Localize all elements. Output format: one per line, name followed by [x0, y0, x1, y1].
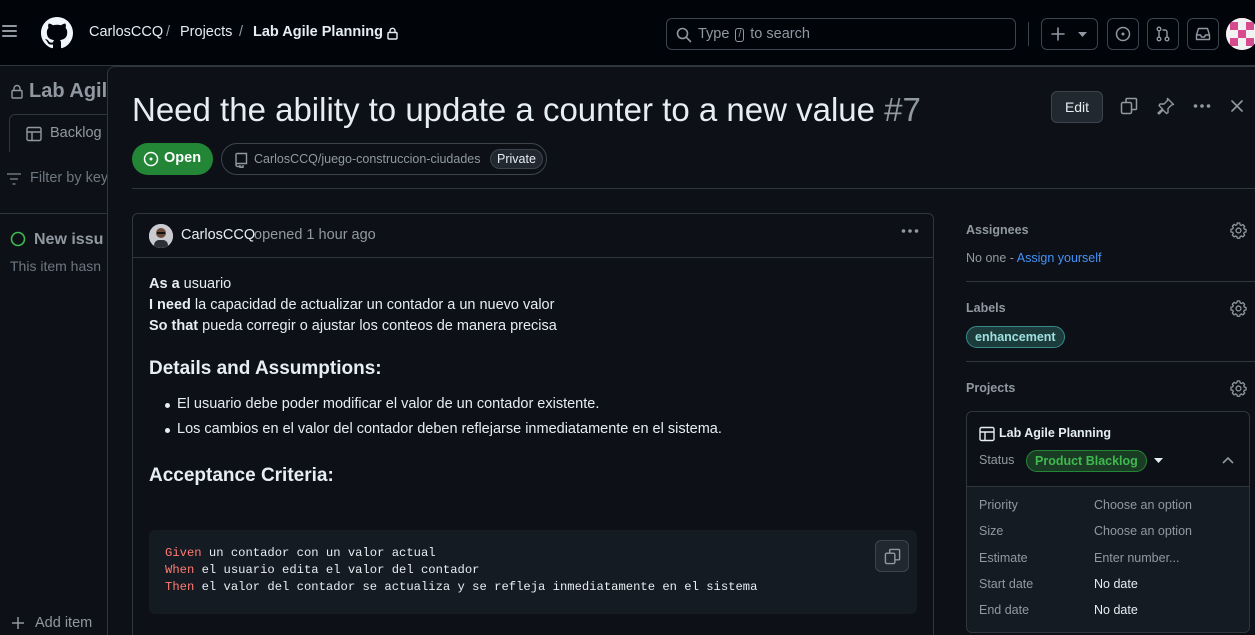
issues-button[interactable] [1107, 18, 1139, 50]
repository-name: CarlosCCQ/juego-construccion-ciudades [254, 152, 481, 166]
breadcrumb-projects[interactable]: Projects [180, 24, 232, 40]
divider [0, 213, 107, 214]
table-icon [26, 126, 42, 142]
header-divider [1028, 22, 1029, 46]
assignees-label: Assignees [966, 223, 1029, 237]
copy-code-button[interactable] [875, 540, 909, 572]
more-options-icon[interactable] [1193, 103, 1211, 109]
criteria-heading: Acceptance Criteria: [149, 465, 334, 486]
tab-backlog-label: Backlog [50, 125, 102, 141]
assign-yourself-link[interactable]: Assign yourself [1017, 251, 1102, 265]
pull-requests-button[interactable] [1147, 18, 1179, 50]
filter-input[interactable]: Filter by key [30, 170, 108, 186]
person-photo-icon [149, 224, 173, 248]
comment-header: CarlosCCQ opened 1 hour ago [133, 214, 933, 258]
identicon-icon [1226, 18, 1255, 50]
plus-icon [12, 617, 24, 629]
label-enhancement[interactable]: enhancement [966, 326, 1065, 348]
gear-icon[interactable] [1230, 380, 1247, 397]
gear-icon[interactable] [1230, 300, 1247, 317]
breadcrumb-owner[interactable]: CarlosCCQ [89, 24, 163, 40]
issue-state-badge: Open [132, 143, 213, 175]
user-avatar[interactable] [1226, 18, 1255, 50]
visibility-badge: Private [490, 149, 543, 169]
issue-side-panel: Need the ability to update a counter to … [107, 66, 1255, 635]
code-block: Given un contador con un valor actual Wh… [149, 530, 917, 614]
global-header: CarlosCCQ / Projects / Lab Agile Plannin… [0, 0, 1255, 66]
code-line: When el usuario edita el valor del conta… [165, 563, 480, 577]
edit-button[interactable]: Edit [1051, 91, 1103, 123]
board-item-title[interactable]: New issu [34, 231, 103, 249]
project-card: Lab Agile Planning Status Product Blackl… [966, 411, 1250, 633]
search-placeholder: Type / to search [698, 26, 810, 42]
plus-icon [1051, 27, 1065, 41]
status-label: Status [979, 453, 1015, 467]
filter-icon [7, 173, 21, 185]
list-item: El usuario debe poder modificar el valor… [149, 392, 919, 417]
issue-number: #7 [884, 91, 921, 128]
github-logo-icon[interactable] [41, 17, 73, 49]
divider [966, 361, 1255, 362]
code-line: Given un contador con un valor actual [165, 546, 436, 560]
details-list: El usuario debe poder modificar el valor… [149, 392, 919, 442]
project-title: Lab Agil [29, 80, 108, 102]
gear-icon[interactable] [1230, 222, 1247, 239]
code-line: Then el valor del contador se actualiza … [165, 580, 758, 594]
pull-request-icon [1156, 26, 1170, 42]
story-line: So that pueda corregir o ajustar los con… [149, 318, 557, 334]
search-shortcut-key: / [735, 28, 745, 42]
issue-opened-icon [1115, 26, 1131, 42]
copy-link-icon[interactable] [1120, 97, 1138, 115]
divider [132, 188, 1255, 189]
breadcrumb-project[interactable]: Lab Agile Planning [253, 24, 383, 40]
close-icon[interactable] [1231, 100, 1243, 112]
labels-label: Labels [966, 301, 1006, 315]
search-icon [676, 27, 692, 43]
create-new-button[interactable] [1041, 18, 1098, 50]
story-line: I need la capacidad de actualizar un con… [149, 297, 555, 313]
issue-title: Need the ability to update a counter to … [132, 91, 921, 128]
inbox-button[interactable] [1187, 18, 1219, 50]
repository-badge[interactable]: CarlosCCQ/juego-construccion-ciudades Pr… [221, 143, 547, 175]
comment-timestamp: opened 1 hour ago [254, 227, 376, 243]
board-item-subtitle: This item hasn [10, 258, 102, 274]
search-input[interactable]: Type / to search [666, 18, 1016, 50]
add-item-button[interactable]: Add item [35, 615, 92, 631]
repo-icon [235, 152, 248, 168]
assignees-value: No one - Assign yourself [966, 251, 1102, 265]
chevron-down-icon[interactable] [1154, 458, 1163, 464]
menu-icon[interactable] [0, 22, 20, 44]
details-heading: Details and Assumptions: [149, 358, 382, 379]
issue-opened-icon [143, 151, 159, 167]
projects-label: Projects [966, 381, 1016, 395]
comment-options-icon[interactable] [901, 228, 919, 234]
divider [966, 281, 1255, 282]
breadcrumb-separator: / [166, 24, 171, 40]
copy-icon [884, 548, 901, 565]
lock-icon [11, 84, 23, 99]
project-fields: Priority Choose an option Size Choose an o… [967, 486, 1249, 632]
comment-author[interactable]: CarlosCCQ [181, 227, 255, 243]
chevron-up-icon[interactable] [1222, 456, 1234, 464]
status-value[interactable]: Product Blacklog [1026, 450, 1147, 472]
story-line: As a usuario [149, 276, 232, 292]
table-icon [979, 426, 995, 442]
comment-body: As a usuario I need la capacidad de actu… [149, 274, 919, 487]
project-name[interactable]: Lab Agile Planning [999, 426, 1111, 440]
breadcrumb-separator: / [239, 24, 244, 40]
chevron-down-icon [1078, 32, 1087, 37]
lock-icon [387, 27, 398, 40]
pin-icon[interactable] [1157, 97, 1175, 115]
issue-body-comment: CarlosCCQ opened 1 hour ago As a usuario… [132, 213, 934, 635]
draft-issue-icon [10, 231, 26, 247]
author-avatar[interactable] [149, 224, 173, 248]
inbox-icon [1195, 27, 1211, 41]
list-item: Los cambios en el valor del contador deb… [149, 417, 919, 442]
